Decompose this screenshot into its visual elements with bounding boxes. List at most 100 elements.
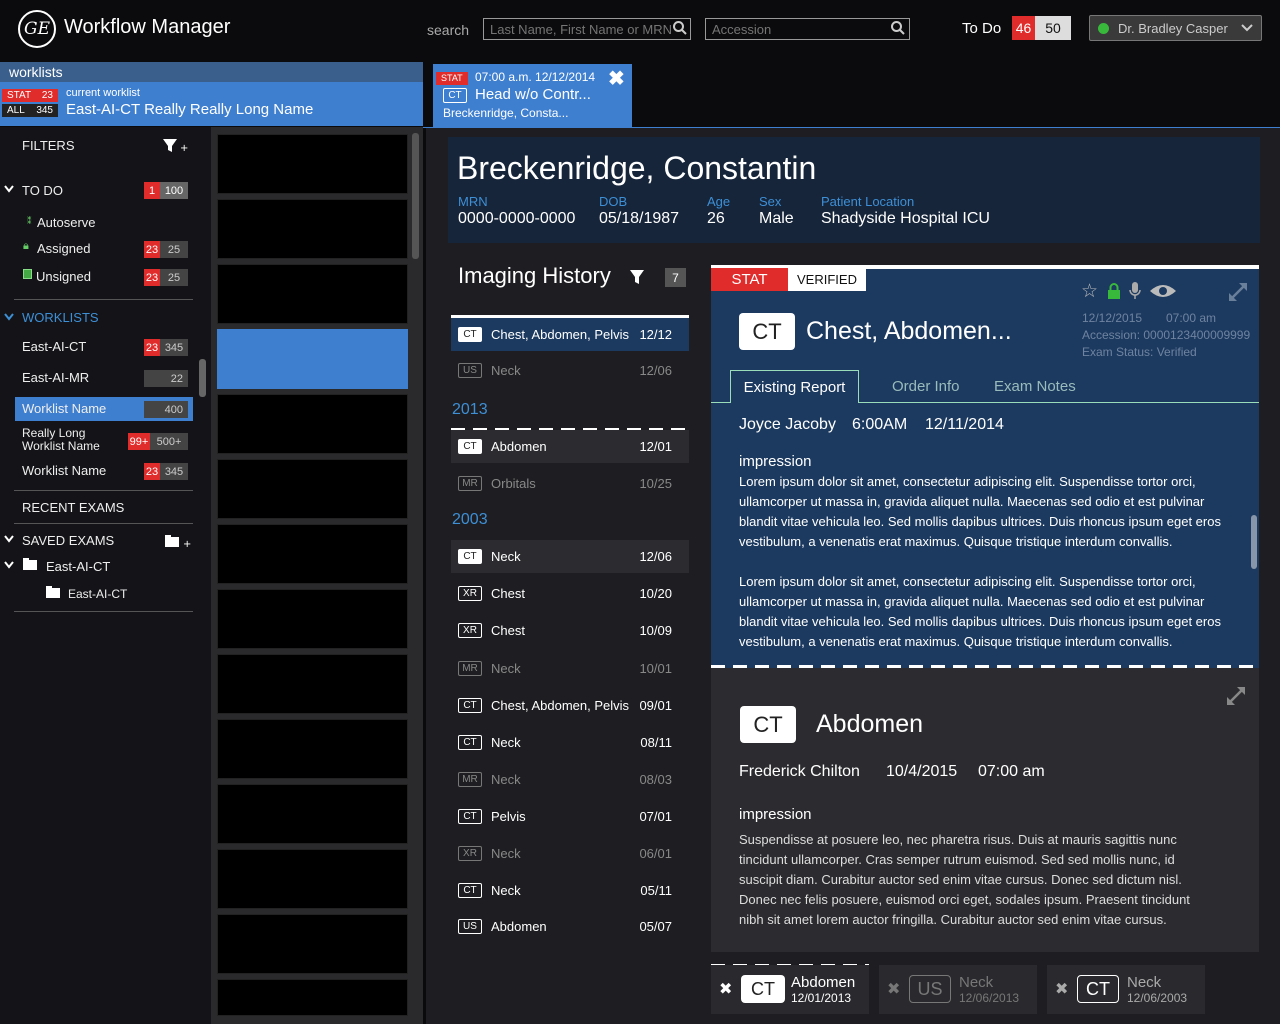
history-exam-name: Abdomen [491,919,547,934]
exam-thumbnail[interactable] [217,719,408,779]
history-row[interactable]: XR Chest 10/20 [451,577,689,610]
current-worklist[interactable]: STAT 23 ALL 345 current worklist East-AI-C… [0,82,423,126]
modality-badge: XR [458,623,482,638]
todo-item-assigned[interactable]: Assigned [37,241,90,256]
modality-badge: MR [458,661,482,676]
tab-order-info[interactable]: Order Info [892,378,960,395]
add-folder-icon[interactable]: + [165,534,191,548]
history-exam-name: Chest [491,623,525,638]
history-row[interactable]: US Neck 12/06 [451,354,689,387]
exam-thumbnail[interactable] [217,199,408,259]
chevron-down-icon[interactable] [4,561,14,569]
exam-thumbnail[interactable] [217,589,408,649]
history-row[interactable]: CT Abdomen 12/01 [451,430,689,463]
scrollbar[interactable] [1251,515,1257,569]
add-filter-icon[interactable]: + [162,138,188,154]
eye-icon[interactable] [1149,283,1177,299]
worklist-item[interactable]: Worklist Name [22,401,106,416]
saved-subfolder[interactable]: East-AI-CT [68,587,127,601]
name-search-input[interactable] [483,18,691,40]
star-icon[interactable]: ☆ [1081,280,1098,303]
report-author: Frederick Chilton [739,763,860,780]
worklist-badge: 99+ 500+ [128,433,188,450]
worklists-section-label[interactable]: WORKLISTS [22,310,99,325]
search-label: search [427,22,470,38]
todo-item-unsigned[interactable]: Unsigned [36,269,91,284]
history-row[interactable]: US Abdomen 05/07 [451,910,689,943]
modality-badge: CT [458,698,482,713]
history-row[interactable]: CT Neck 08/11 [451,726,689,759]
stat-pill: STAT [436,72,468,85]
exam-thumbnail[interactable] [217,459,408,519]
filter-icon[interactable] [629,269,645,285]
expand-icon[interactable] [1227,281,1249,303]
exam-thumbnail[interactable] [217,524,408,584]
recent-exams-label[interactable]: RECENT EXAMS [22,500,124,515]
history-row[interactable]: XR Neck 06/01 [451,837,689,870]
todo-total-count[interactable]: 50 [1035,16,1071,40]
todo-section-label[interactable]: TO DO [22,183,63,198]
lock-icon[interactable] [1107,283,1121,299]
history-row[interactable]: MR Neck 08/03 [451,763,689,796]
report-exam-title: Chest, Abdomen... [806,317,1012,345]
todo-label: To Do [962,20,1002,37]
history-row[interactable]: CT Pelvis 07/01 [451,800,689,833]
report-author: Joyce Jacoby [739,416,836,433]
chevron-down-icon[interactable] [4,313,14,321]
history-exam-name: Neck [491,549,521,564]
search-icon[interactable] [890,20,906,36]
worklist-item[interactable]: East-AI-MR [22,370,89,385]
worklist-item[interactable]: East-AI-CT [22,339,86,354]
history-row[interactable]: XR Chest 10/09 [451,614,689,647]
modality-badge: US [458,363,482,378]
history-row[interactable]: CT Chest, Abdomen, Pelvis 09/01 [451,689,689,722]
history-row[interactable]: CT Chest, Abdomen, Pelvis 12/12 [451,318,689,351]
scrollbar[interactable] [412,133,419,259]
close-icon[interactable]: ✖ [887,979,900,999]
saved-exams-label[interactable]: SAVED EXAMS [22,533,114,548]
compare-tab[interactable]: ✖ CT Neck 12/06/2003 [1047,965,1205,1014]
exam-thumbnail[interactable] [217,394,408,454]
imaging-history-title: Imaging History [458,263,611,288]
todo-stat-count[interactable]: 46 [1012,16,1035,40]
sex-value: Male [759,210,794,227]
microphone-icon[interactable] [1129,282,1141,300]
chevron-down-icon[interactable] [4,185,14,193]
stat-badge: STAT [711,268,788,291]
accession-search-input[interactable] [705,18,910,40]
close-icon[interactable]: ✖ [1055,979,1068,999]
exam-thumbnail[interactable] [217,849,408,909]
todo-item-autoserve[interactable]: Autoserve [37,215,96,230]
exam-tab-active[interactable]: STAT 07:00 a.m. 12/12/2014 CT Head w/o C… [433,64,632,127]
worklist-item[interactable]: Really Long Worklist Name [22,427,107,453]
exam-thumbnail[interactable] [217,654,408,714]
expand-icon[interactable] [1225,685,1247,707]
history-exam-date: 10/20 [639,586,672,601]
exam-thumbnail[interactable] [217,264,408,324]
history-row[interactable]: MR Orbitals 10/25 [451,467,689,500]
tab-exam-notes[interactable]: Exam Notes [994,378,1076,395]
scrollbar[interactable] [199,359,206,397]
tab-existing-report[interactable]: Existing Report [730,370,859,403]
exam-thumbnail[interactable] [217,784,408,844]
compare-tab-active[interactable]: ✖ CT Abdomen 12/01/2013 [711,965,869,1014]
history-row[interactable]: MR Neck 10/01 [451,652,689,685]
exam-thumbnail[interactable] [217,914,408,974]
history-row[interactable]: CT Neck 12/06 [451,540,689,573]
close-icon[interactable]: ✖ [719,979,732,999]
chevron-down-icon[interactable] [4,535,14,543]
search-icon[interactable] [672,20,688,36]
exam-thumbnail[interactable] [217,979,408,1016]
filters-title: FILTERS [22,138,75,153]
history-row[interactable]: CT Neck 05/11 [451,874,689,907]
close-icon[interactable]: ✖ [608,66,625,91]
worklists-header: worklists [0,62,423,82]
exam-thumbnail[interactable] [217,134,408,194]
history-exam-name: Neck [491,363,521,378]
compare-tab[interactable]: ✖ US Neck 12/06/2013 [879,965,1037,1014]
user-menu-button[interactable]: Dr. Bradley Casper [1089,15,1262,41]
saved-folder[interactable]: East-AI-CT [46,559,110,574]
ge-logo: GE [18,10,56,48]
worklist-item[interactable]: Worklist Name [22,463,106,478]
exam-thumbnail-selected[interactable] [217,329,408,389]
